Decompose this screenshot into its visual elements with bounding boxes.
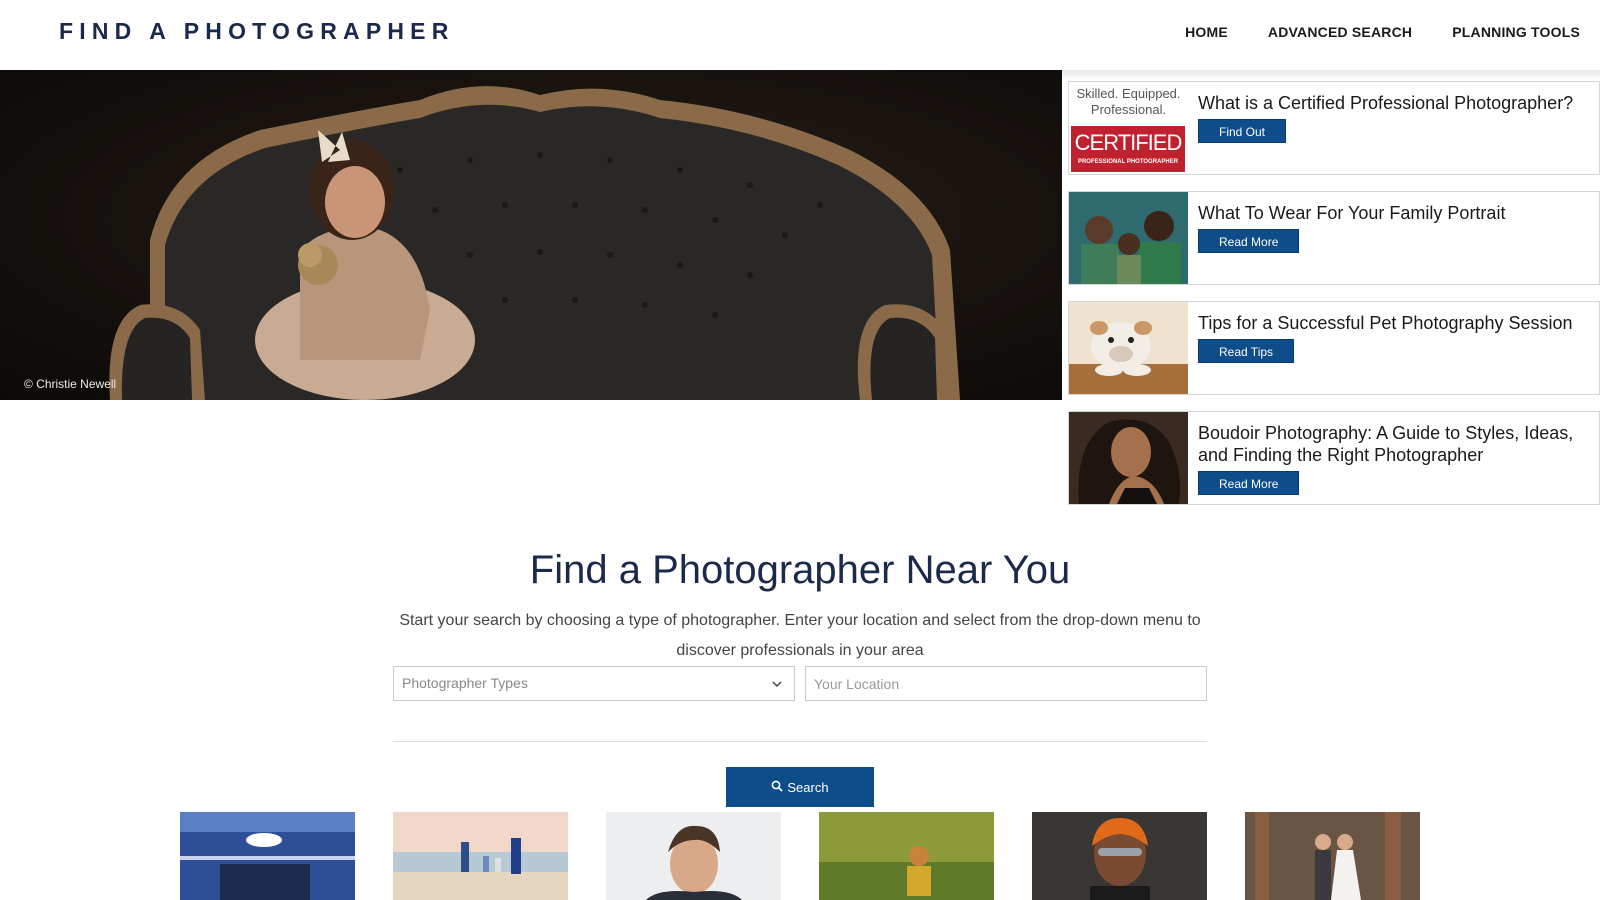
find-out-button[interactable]: Find Out xyxy=(1198,119,1287,143)
search-button-label: Search xyxy=(787,779,829,795)
hero-illustration xyxy=(109,86,960,400)
search-divider xyxy=(393,741,1207,742)
chevron-down-icon xyxy=(772,667,782,700)
certified-badge-caption: PROFESSIONAL PHOTOGRAPHER xyxy=(1077,159,1179,165)
photographer-types-select[interactable]: Photographer Types xyxy=(393,666,795,701)
site-header: FIND A PHOTOGRAPHER HOME ADVANCED SEARCH… xyxy=(0,0,1600,70)
boudoir-image xyxy=(1069,412,1188,504)
read-tips-button[interactable]: Read Tips xyxy=(1198,339,1295,363)
read-more-button[interactable]: Read More xyxy=(1198,471,1300,495)
read-more-button[interactable]: Read More xyxy=(1198,229,1300,253)
bulldog-image xyxy=(1069,302,1188,394)
article-title[interactable]: Boudoir Photography: A Guide to Styles, … xyxy=(1198,422,1593,466)
article-title[interactable]: What is a Certified Professional Photogr… xyxy=(1198,92,1593,114)
category-tile-commercial[interactable] xyxy=(180,812,355,900)
certified-thumbnail: Skilled. Equipped. Professional. CERTIFI… xyxy=(1069,82,1188,174)
nav-planning-tools[interactable]: PLANNING TOOLS xyxy=(1452,24,1580,40)
hero-image: © Christie Newell xyxy=(0,70,1062,400)
certified-tagline-1: Skilled. Equipped. xyxy=(1076,86,1181,101)
category-tiles xyxy=(0,812,1600,900)
certified-tagline-2: Professional. xyxy=(1090,102,1167,117)
commercial-tile-image xyxy=(180,812,355,900)
sports-tile-image xyxy=(1032,812,1207,900)
side-top-shadow xyxy=(1062,70,1600,80)
nav-advanced-search[interactable]: ADVANCED SEARCH xyxy=(1268,24,1412,40)
headshot-tile-image xyxy=(606,812,781,900)
family-portrait-thumbnail xyxy=(1069,192,1188,284)
photo-credit: © Christie Newell xyxy=(24,377,117,391)
children-tile-image xyxy=(819,812,994,900)
category-tile-sports[interactable] xyxy=(1032,812,1207,900)
featured-articles: Skilled. Equipped. Professional. CERTIFI… xyxy=(1062,70,1600,510)
photographer-types-value: Photographer Types xyxy=(402,675,528,691)
category-tile-wedding[interactable] xyxy=(1245,812,1420,900)
article-title[interactable]: Tips for a Successful Pet Photography Se… xyxy=(1198,312,1593,334)
category-tile-children[interactable] xyxy=(819,812,994,900)
article-title[interactable]: What To Wear For Your Family Portrait xyxy=(1198,202,1593,224)
main-nav: HOME ADVANCED SEARCH PLANNING TOOLS xyxy=(1185,24,1580,40)
category-tile-headshots[interactable] xyxy=(606,812,781,900)
search-button[interactable]: Search xyxy=(726,767,874,807)
certified-badge: CERTIFIED PROFESSIONAL PHOTOGRAPHER xyxy=(1071,126,1185,172)
wedding-tile-image xyxy=(1245,812,1420,900)
nav-home[interactable]: HOME xyxy=(1185,24,1228,40)
category-tile-family[interactable] xyxy=(393,812,568,900)
article-card-pet-photography[interactable]: Tips for a Successful Pet Photography Se… xyxy=(1068,301,1600,395)
article-card-certified[interactable]: Skilled. Equipped. Professional. CERTIFI… xyxy=(1068,81,1600,175)
article-card-boudoir[interactable]: Boudoir Photography: A Guide to Styles, … xyxy=(1068,411,1600,505)
location-input[interactable] xyxy=(805,666,1207,701)
search-icon xyxy=(771,780,784,795)
site-logo[interactable]: FIND A PHOTOGRAPHER xyxy=(59,18,455,45)
pet-photography-thumbnail xyxy=(1069,302,1188,394)
search-section-title: Find a Photographer Near You xyxy=(529,548,1071,592)
boudoir-thumbnail xyxy=(1069,412,1188,504)
family-tile-image xyxy=(393,812,568,900)
search-section-subtitle: Start your search by choosing a type of … xyxy=(399,612,1201,659)
family-portrait-image xyxy=(1069,192,1188,284)
article-card-family-portrait[interactable]: What To Wear For Your Family Portrait Re… xyxy=(1068,191,1600,285)
certified-badge-text: CERTIFIED xyxy=(1074,130,1183,155)
